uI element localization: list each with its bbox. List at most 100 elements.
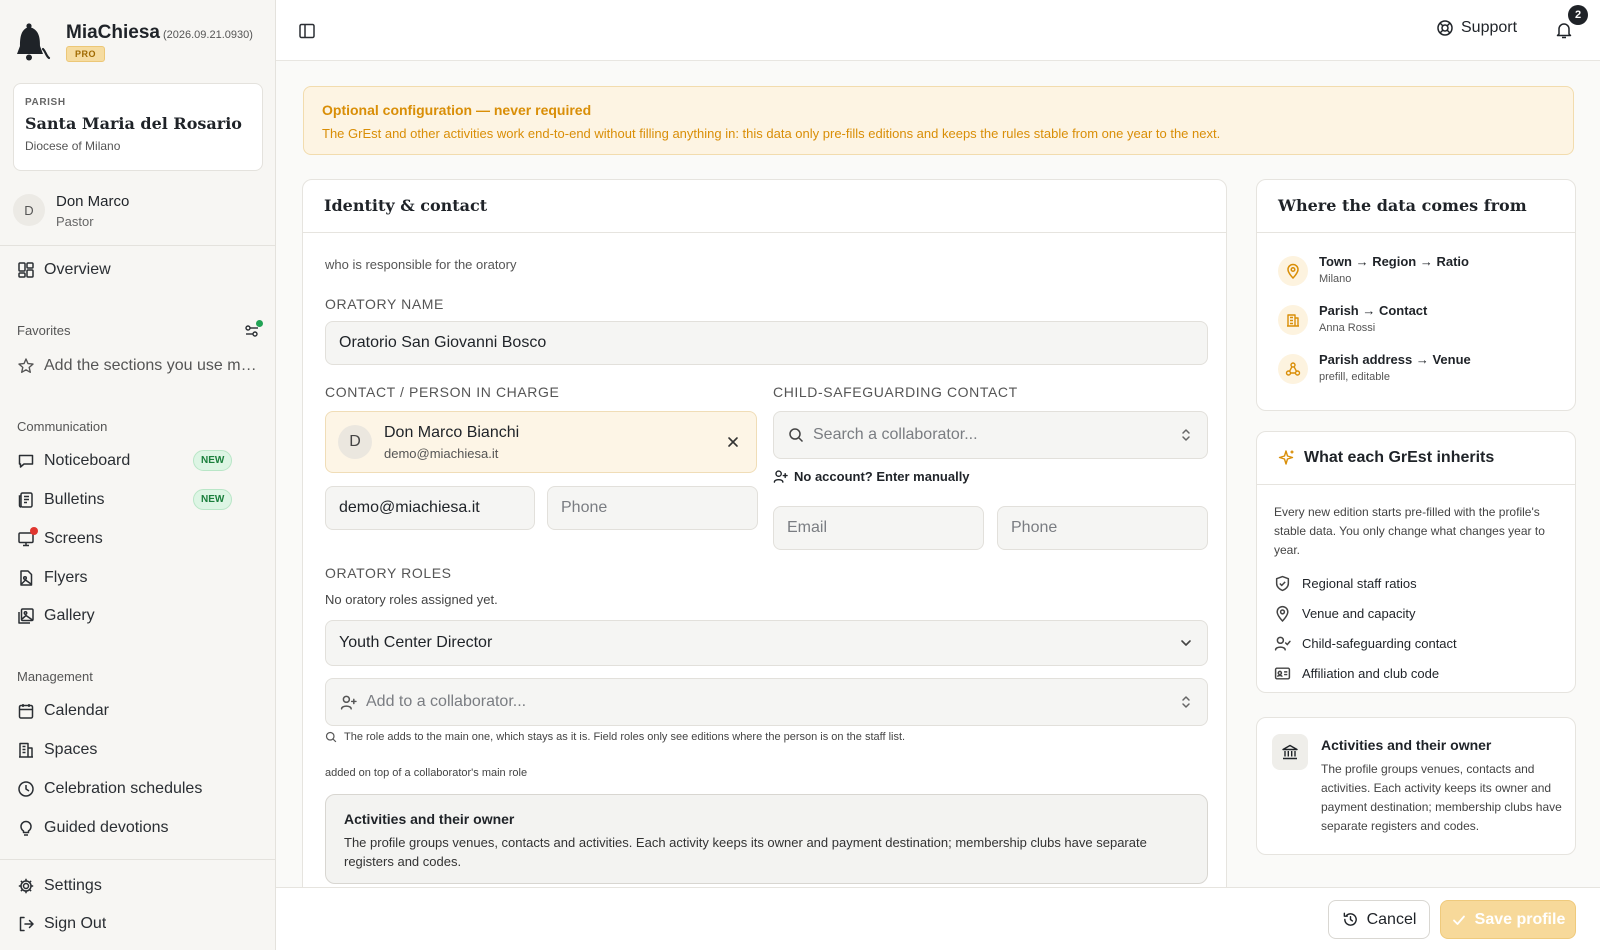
safeguarding-phone-field[interactable]: Phone (997, 506, 1208, 550)
info-text: The profile groups venues, contacts and … (344, 835, 1147, 869)
close-icon[interactable] (726, 435, 740, 449)
sidebar-item-celebration-schedules[interactable]: Celebration schedules (13, 772, 263, 806)
favorites-hint: Add the sections you use most (44, 357, 259, 374)
sidebar-item-label: Gallery (44, 607, 95, 624)
input-value: Oratorio San Giovanni Bosco (339, 334, 547, 351)
parish-switcher[interactable]: PARISH Santa Maria del Rosario Diocese o… (13, 83, 263, 171)
action-bar: Cancel Save profile (276, 887, 1600, 950)
topbar: Support 2 (276, 0, 1600, 61)
sidebar-item-label: Bulletins (44, 491, 105, 508)
sidebar-item-overview[interactable]: Overview (13, 253, 263, 287)
file-image-icon (17, 569, 35, 587)
banner-title: Optional configuration — never required (322, 102, 592, 118)
input-placeholder: Email (787, 519, 828, 536)
chevron-down-icon (1179, 635, 1193, 651)
save-profile-button[interactable]: Save profile (1440, 900, 1576, 939)
source-title: Parish address → Venue (1319, 352, 1471, 367)
inherits-card: What each GrEst inherits Every new editi… (1256, 431, 1576, 693)
hint-text: The role adds to the main one, which sta… (344, 731, 906, 743)
sidebar-item-flyers[interactable]: Flyers (13, 561, 263, 595)
sidebar-item-label: Screens (44, 530, 103, 547)
check-icon (1451, 912, 1467, 928)
source-subtitle: Anna Rossi (1319, 322, 1376, 334)
card-title: Identity & contact (324, 196, 488, 215)
sidebar-toggle-icon[interactable] (298, 22, 316, 40)
sidebar-item-label: Spaces (44, 741, 98, 758)
contact-phone-field[interactable]: Phone (547, 486, 758, 530)
sidebar-item-add-favorites[interactable]: Add the sections you use most (13, 349, 263, 383)
sidebar-item-spaces[interactable]: Spaces (13, 733, 263, 767)
sidebar-item-sign-out[interactable]: Sign Out (13, 907, 263, 941)
inherit-item: Affiliation and club code (1274, 665, 1439, 682)
inherit-label: Affiliation and club code (1302, 666, 1440, 681)
inherit-item: Regional staff ratios (1274, 575, 1417, 592)
role-select[interactable]: Youth Center Director (325, 620, 1208, 666)
sidebar-item-label: Settings (44, 877, 102, 894)
building-icon (17, 741, 35, 759)
chevrons-up-down-icon (1179, 694, 1193, 710)
clock-icon (17, 780, 35, 798)
sidebar-item-label: Sign Out (44, 915, 107, 932)
button-label: Cancel (1366, 910, 1417, 928)
oratory-name-input[interactable]: Oratorio San Giovanni Bosco (325, 321, 1208, 365)
sidebar: MiaChiesa (2026.09.21.0930) PRO PARISH Sa… (0, 0, 276, 950)
building-icon (1278, 305, 1308, 335)
communication-section-label: Communication (17, 419, 108, 434)
inherit-item: Child-safeguarding contact (1274, 635, 1457, 652)
sidebar-item-label: Flyers (44, 569, 88, 586)
search-icon (325, 731, 337, 743)
sidebar-item-noticeboard[interactable]: Noticeboard NEW (13, 444, 263, 478)
enter-manually-link[interactable]: No account? Enter manually (773, 469, 970, 484)
input-placeholder: Add to a collaborator... (366, 693, 527, 710)
parish-diocese: Diocese of Milano (25, 139, 121, 153)
user-menu[interactable]: D Don Marco Pastor (13, 190, 263, 234)
input-placeholder: Search a collaborator... (813, 426, 978, 443)
calendar-icon (17, 702, 35, 720)
sidebar-item-screens[interactable]: Screens (13, 522, 263, 556)
select-value: Youth Center Director (339, 634, 493, 651)
inherit-label: Regional staff ratios (1302, 576, 1417, 591)
inherit-label: Venue and capacity (1302, 606, 1416, 621)
card-header: Where the data comes from (1257, 180, 1575, 233)
source-title: Parish → Contact (1319, 303, 1428, 318)
cancel-button[interactable]: Cancel (1328, 900, 1430, 939)
sidebar-item-label: Celebration schedules (44, 780, 203, 797)
sidebar-item-calendar[interactable]: Calendar (13, 694, 263, 728)
brand[interactable]: MiaChiesa (2026.09.21.0930) PRO (16, 20, 266, 66)
sidebar-item-gallery[interactable]: Gallery (13, 599, 263, 633)
contact-email: demo@miachiesa.it (384, 446, 499, 461)
log-out-icon (17, 915, 35, 933)
gear-icon (17, 877, 35, 895)
sidebar-item-bulletins[interactable]: Bulletins NEW (13, 483, 263, 517)
sidebar-divider (0, 859, 276, 860)
monitor-icon (17, 527, 38, 548)
identity-card: Identity & contact who is responsible fo… (302, 179, 1227, 887)
main-content: Optional configuration — never required … (276, 61, 1600, 887)
banner-text: The GrEst and other activities work end-… (322, 126, 1221, 141)
card-title: Activities and their owner (1321, 737, 1492, 753)
contact-email-field[interactable]: demo@miachiesa.it (325, 486, 535, 530)
add-collaborator-input[interactable]: Add to a collaborator... (325, 678, 1208, 726)
parish-name: Santa Maria del Rosario (25, 114, 242, 133)
safeguarding-label: CHILD-SAFEGUARDING CONTACT (773, 384, 1018, 400)
avatar: D (338, 425, 372, 459)
optional-config-banner: Optional configuration — never required … (303, 86, 1574, 155)
support-button[interactable]: Support (1436, 19, 1517, 37)
sidebar-item-settings[interactable]: Settings (13, 869, 263, 903)
map-pin-icon (1278, 256, 1308, 286)
sidebar-item-guided-devotions[interactable]: Guided devotions (13, 811, 263, 845)
sidebar-item-label: Overview (44, 261, 111, 278)
customize-favorites-icon[interactable] (243, 320, 263, 340)
shield-check-icon (1274, 575, 1291, 592)
roles-hint: The role adds to the main one, which sta… (325, 731, 905, 743)
safeguarding-search-input[interactable]: Search a collaborator... (773, 411, 1208, 459)
link-label: No account? Enter manually (794, 469, 970, 484)
inherit-label: Child-safeguarding contact (1302, 636, 1457, 651)
notification-dot (30, 527, 38, 535)
app-name: MiaChiesa (2026.09.21.0930) (66, 22, 253, 43)
data-sources-card: Where the data comes from Town → Region … (1256, 179, 1576, 411)
lifebuoy-icon (1436, 19, 1454, 37)
safeguarding-email-field[interactable]: Email (773, 506, 984, 550)
contact-name: Don Marco Bianchi (384, 424, 520, 441)
lightbulb-icon (17, 819, 35, 837)
